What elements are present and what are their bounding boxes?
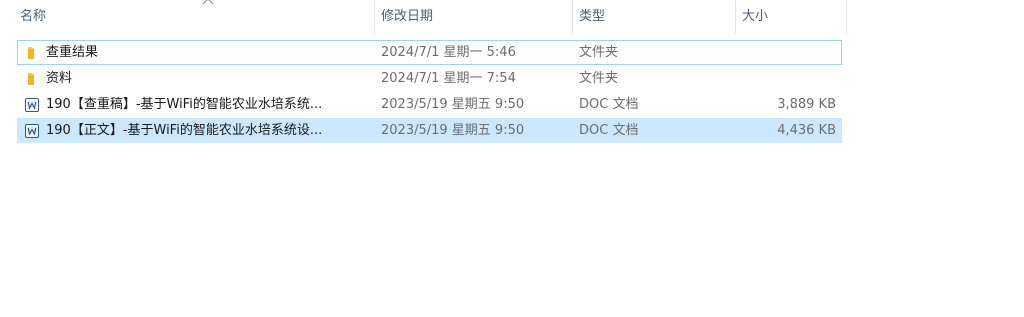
column-header-size[interactable]: 大小 <box>738 0 846 34</box>
word-doc-icon <box>25 124 39 138</box>
file-name: 190【正文】-基于WiFi的智能农业水培系统设... <box>46 123 323 138</box>
sort-ascending-icon <box>202 0 214 5</box>
file-row[interactable]: 资料 2024/7/1 星期一 7:54 文件夹 <box>17 66 842 91</box>
file-date: 2023/5/19 星期五 9:50 <box>381 97 525 112</box>
column-header-name[interactable]: 名称 <box>16 0 374 34</box>
column-header-type-label: 类型 <box>579 9 606 24</box>
column-divider[interactable] <box>735 0 736 34</box>
file-name: 190【查重稿】-基于WiFi的智能农业水培系统... <box>46 97 323 112</box>
file-row[interactable]: 190【查重稿】-基于WiFi的智能农业水培系统... 2023/5/19 星期… <box>17 92 842 117</box>
column-divider[interactable] <box>572 0 573 34</box>
column-divider[interactable] <box>846 0 847 34</box>
file-type: 文件夹 <box>579 71 619 86</box>
file-row[interactable]: 查重结果 2024/7/1 星期一 5:46 文件夹 <box>17 40 842 65</box>
file-date: 2024/7/1 星期一 5:46 <box>381 45 516 60</box>
file-size: 4,436 KB <box>777 123 836 138</box>
file-type: DOC 文档 <box>579 97 639 112</box>
file-name: 查重结果 <box>46 45 99 60</box>
column-divider[interactable] <box>374 0 375 34</box>
column-header-type[interactable]: 类型 <box>575 0 735 34</box>
column-header-bar: 名称 修改日期 类型 大小 <box>0 0 1024 34</box>
file-name: 资料 <box>46 71 73 86</box>
file-size: 3,889 KB <box>777 97 836 112</box>
file-type: DOC 文档 <box>579 123 639 138</box>
column-header-date-label: 修改日期 <box>381 9 434 24</box>
column-header-name-label: 名称 <box>20 9 47 24</box>
folder-icon <box>28 73 34 85</box>
column-header-date[interactable]: 修改日期 <box>377 0 572 34</box>
empty-list-area[interactable] <box>0 148 1024 317</box>
column-header-size-label: 大小 <box>742 9 769 24</box>
word-doc-icon <box>25 98 39 112</box>
file-date: 2024/7/1 星期一 7:54 <box>381 71 516 86</box>
file-type: 文件夹 <box>579 45 619 60</box>
folder-icon <box>28 47 34 59</box>
file-row[interactable]: 190【正文】-基于WiFi的智能农业水培系统设... 2023/5/19 星期… <box>17 118 842 143</box>
file-date: 2023/5/19 星期五 9:50 <box>381 123 525 138</box>
